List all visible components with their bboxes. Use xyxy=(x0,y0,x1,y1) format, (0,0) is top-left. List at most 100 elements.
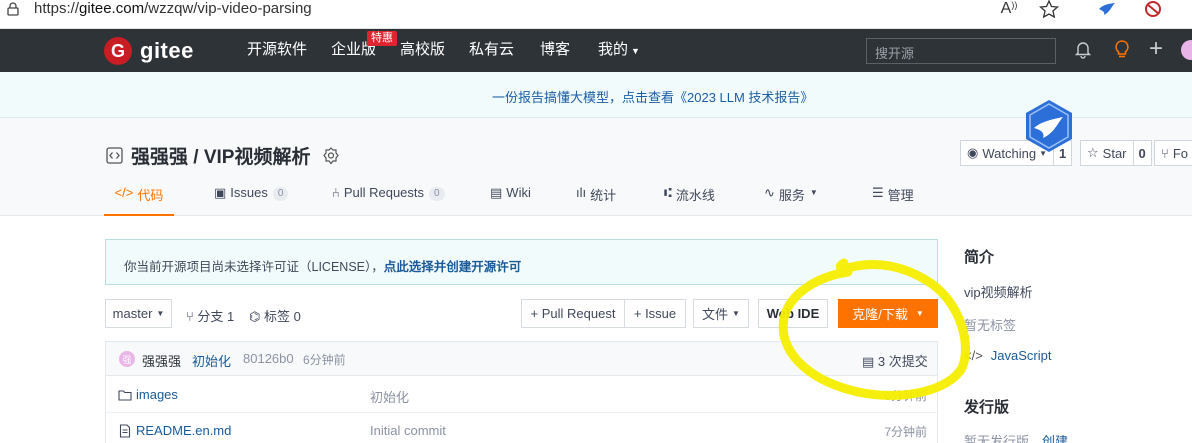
sidebar-intro-title: 简介 xyxy=(964,246,994,267)
latest-commit-row: 强 强强强 初始化 80126b0 6分钟前 ▤ 3 次提交 xyxy=(106,342,937,376)
nav-blog[interactable]: 博客 xyxy=(540,41,570,59)
caret-down-icon: ▼ xyxy=(732,309,740,318)
tab-manage[interactable]: ☰ 管理 xyxy=(872,185,914,216)
lock-icon[interactable] xyxy=(6,2,20,16)
commit-hash[interactable]: 80126b0 xyxy=(243,351,294,366)
gitee-logo-icon: G xyxy=(104,37,132,65)
floating-bird-extension-icon[interactable] xyxy=(1021,98,1077,154)
fork-button[interactable]: ⑂ Fo xyxy=(1154,140,1192,166)
clone-download-label: 克隆/下载 xyxy=(852,307,908,322)
language-name: JavaScript xyxy=(990,348,1052,363)
code-repo-icon xyxy=(106,147,123,164)
hot-badge: 特惠 xyxy=(367,31,397,46)
project-title-row: 强强强 / VIP视频解析 xyxy=(106,142,340,169)
file-commit-message[interactable]: Initial commit xyxy=(370,423,446,438)
tab-code[interactable]: </> 代码 xyxy=(104,185,174,216)
tab-issues[interactable]: ▣ Issues 0 xyxy=(214,185,289,216)
project-title[interactable]: 强强强 / VIP视频解析 xyxy=(131,142,310,169)
file-time: 7分钟前 xyxy=(884,425,927,439)
code-icon: </> xyxy=(114,185,134,200)
web-ide-button[interactable]: Web IDE xyxy=(758,299,828,328)
search-input[interactable]: 搜开源 xyxy=(866,38,1056,64)
file-icon xyxy=(119,424,131,438)
commit-message[interactable]: 初始化 xyxy=(192,351,231,370)
tab-wiki[interactable]: ▤ Wiki xyxy=(490,185,531,216)
commit-author[interactable]: 强强强 xyxy=(142,351,181,370)
branches-count: 分支 1 xyxy=(197,309,235,324)
code-icon: </> xyxy=(964,348,983,363)
nav-mine[interactable]: 我的 ▼ xyxy=(598,41,640,60)
star-count: 0 xyxy=(1138,145,1146,161)
tab-services-label: 服务 xyxy=(778,188,805,203)
commit-time: 6分钟前 xyxy=(303,353,346,367)
tab-wiki-label: Wiki xyxy=(506,185,531,200)
sidebar-release-title: 发行版 xyxy=(964,396,1009,417)
nav-education[interactable]: 高校版 xyxy=(400,41,445,59)
nav-open-source[interactable]: 开源软件 xyxy=(247,41,307,59)
pull-request-icon: ⑃ xyxy=(332,185,340,200)
promo-banner-link[interactable]: 一份报告搞懂大模型，点击查看《2023 LLM 技术报告》 xyxy=(492,87,813,106)
license-create-link[interactable]: 点此选择并创建开源许可 xyxy=(384,260,522,274)
promo-banner: 一份报告搞懂大模型，点击查看《2023 LLM 技术报告》 xyxy=(0,72,1192,118)
url-domain: gitee.com xyxy=(79,0,145,17)
star-label: Star xyxy=(1102,145,1127,161)
branch-icon: ⑂ xyxy=(186,309,198,324)
extension-bird-icon[interactable] xyxy=(1097,0,1117,18)
favorite-star-icon[interactable] xyxy=(1039,0,1059,18)
tab-pull-requests[interactable]: ⑃ Pull Requests 0 xyxy=(332,185,445,216)
release-heading: 发行版 xyxy=(964,399,1010,416)
file-commit-message[interactable]: 初始化 xyxy=(370,387,409,406)
gvp-badge-icon[interactable] xyxy=(322,146,340,165)
commit-count: 3 次提交 xyxy=(877,354,928,369)
tab-pipeline-label: 流水线 xyxy=(675,188,715,203)
manage-icon: ☰ xyxy=(872,185,884,200)
create-plus-icon[interactable]: + xyxy=(1146,35,1166,62)
no-tags-text: 暂无标签 xyxy=(964,318,1017,333)
fork-label: Fo xyxy=(1172,145,1188,161)
branch-select[interactable]: master ▼ xyxy=(105,299,172,328)
nav-private-cloud[interactable]: 私有云 xyxy=(469,41,514,59)
file-menu-button[interactable]: 文件 ▼ xyxy=(693,299,749,328)
gitee-logo-text: gitee xyxy=(140,38,194,63)
file-row[interactable]: README.en.md Initial commit 7分钟前 xyxy=(106,413,937,443)
new-pull-request-button[interactable]: + Pull Request xyxy=(521,299,625,328)
url-path: /wzzqw/vip-video-parsing xyxy=(144,0,312,17)
gitee-logo[interactable]: G gitee xyxy=(104,37,194,65)
new-issue-button[interactable]: + Issue xyxy=(624,299,686,328)
file-row[interactable]: images 初始化 6分钟前 xyxy=(106,377,937,413)
pipeline-icon: ⑆ xyxy=(664,185,672,200)
tab-manage-label: 管理 xyxy=(887,188,914,203)
url-field[interactable]: https://gitee.com/wzzqw/vip-video-parsin… xyxy=(34,0,312,18)
commit-count-icon: ▤ xyxy=(862,354,878,369)
star-button[interactable]: ☆ Star 0 xyxy=(1080,140,1152,166)
fork-icon: ⑂ xyxy=(1161,145,1169,161)
create-release-link[interactable]: 创建 xyxy=(1042,434,1068,443)
tags-link[interactable]: ⌬ 标签 0 xyxy=(249,306,301,325)
commit-count-link[interactable]: ▤ 3 次提交 xyxy=(862,351,928,370)
license-notice-text: 你当前开源项目尚未选择许可证（LICENSE）， xyxy=(124,260,384,274)
commit-author-avatar[interactable]: 强 xyxy=(119,351,135,367)
url-prefix: https:// xyxy=(34,0,80,17)
tab-pull-requests-label: Pull Requests xyxy=(343,185,425,200)
adblock-icon[interactable] xyxy=(1143,0,1163,18)
branches-link[interactable]: ⑂ 分支 1 xyxy=(186,306,234,325)
language-link[interactable]: </> JavaScript xyxy=(964,348,1052,363)
tab-issues-count: 0 xyxy=(272,187,289,201)
clone-download-button[interactable]: 克隆/下载 ▼ xyxy=(838,299,938,328)
tab-pipeline[interactable]: ⑆ 流水线 xyxy=(664,185,715,216)
folder-icon xyxy=(118,390,132,401)
file-time: 6分钟前 xyxy=(884,389,927,403)
lightbulb-icon[interactable] xyxy=(1112,39,1132,59)
notification-bell-icon[interactable] xyxy=(1073,39,1093,59)
tab-stats[interactable]: ılı 统计 xyxy=(576,185,616,216)
issues-icon: ▣ xyxy=(214,185,227,200)
tab-services[interactable]: ∿ 服务 ▼ xyxy=(764,185,818,216)
eye-icon: ◉ xyxy=(967,145,979,160)
license-notice: 你当前开源项目尚未选择许可证（LICENSE），点此选择并创建开源许可 xyxy=(105,239,938,285)
read-aloud-label: A xyxy=(1000,0,1012,17)
caret-down-icon: ▼ xyxy=(631,46,640,56)
file-name[interactable]: README.en.md xyxy=(136,423,231,438)
file-name[interactable]: images xyxy=(136,387,178,402)
tab-issues-label: Issues xyxy=(230,185,268,200)
read-aloud-icon[interactable]: A)) xyxy=(998,0,1020,18)
